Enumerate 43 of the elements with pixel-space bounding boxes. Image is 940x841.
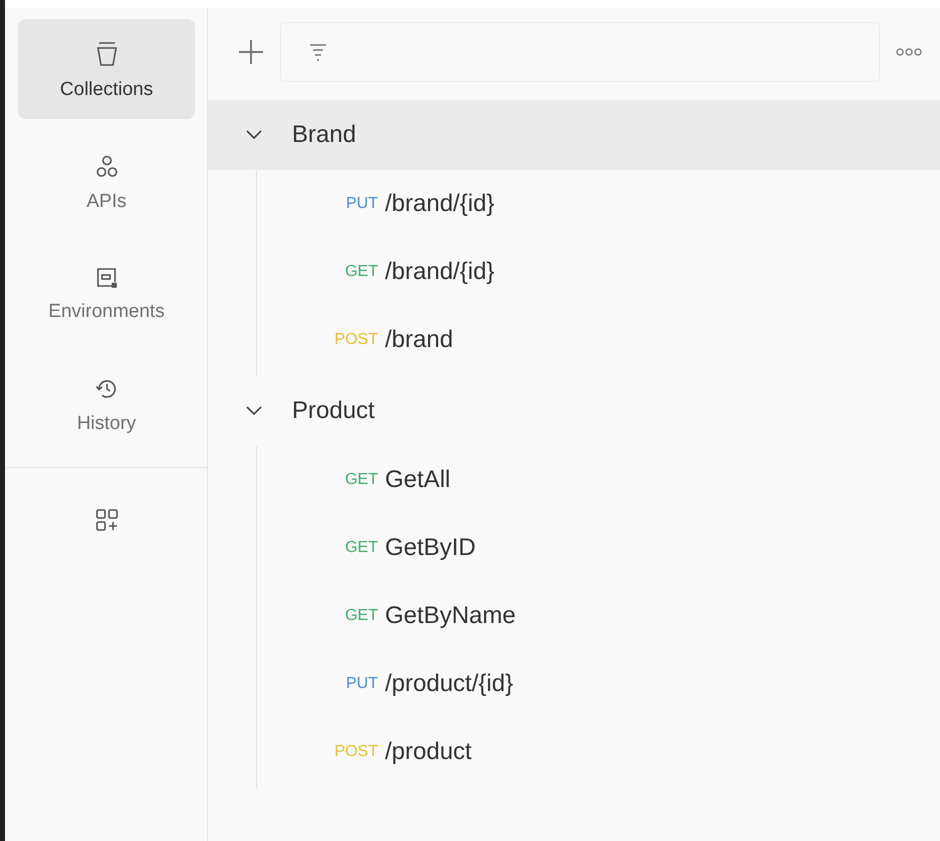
collection-name: Product [292, 397, 375, 425]
request-name: /brand [385, 326, 454, 354]
request-item[interactable]: PUT /brand/{id} [257, 170, 940, 238]
request-item[interactable]: GET /brand/{id} [257, 238, 940, 306]
collection-row[interactable]: Brand [208, 100, 940, 170]
request-name: GetByName [385, 602, 516, 630]
method-label: GET [344, 471, 379, 489]
chevron-icon[interactable] [246, 406, 262, 416]
sidebar-item[interactable]: APIs [18, 133, 195, 231]
request-item[interactable]: POST /product [257, 718, 940, 786]
history-icon [94, 377, 118, 401]
method-label: POST [333, 331, 379, 349]
sidebar-item[interactable]: Collections [18, 19, 195, 119]
trash-can-icon [96, 41, 118, 67]
method-label: POST [333, 743, 379, 761]
request-item[interactable]: GET GetByName [257, 582, 940, 650]
filter-icon [309, 43, 327, 61]
method-label: GET [344, 539, 379, 557]
circles-icon [96, 155, 118, 179]
request-name: /brand/{id} [385, 190, 494, 218]
add-icon[interactable] [238, 39, 264, 65]
method-label: GET [344, 607, 379, 625]
request-name: /product [385, 738, 472, 766]
environment-icon [96, 267, 118, 289]
request-item[interactable]: GET GetAll [257, 446, 940, 514]
request-item[interactable]: GET GetByID [257, 514, 940, 582]
filter-field[interactable] [280, 22, 880, 82]
method-label: PUT [345, 675, 379, 693]
request-name: /brand/{id} [385, 258, 494, 286]
sidebar-item[interactable]: Environments [18, 245, 195, 341]
request-name: GetByID [385, 534, 476, 562]
sidebar-item[interactable]: History [18, 355, 195, 453]
add-workspace-icon[interactable] [94, 508, 118, 532]
request-name: GetAll [385, 466, 450, 494]
chevron-icon[interactable] [246, 130, 262, 140]
collection-row[interactable]: Product [208, 376, 940, 446]
collection-name: Brand [292, 121, 356, 149]
request-item[interactable]: POST /brand [257, 306, 940, 374]
method-label: GET [344, 263, 379, 281]
more-icon[interactable] [896, 48, 922, 56]
method-label: PUT [345, 195, 379, 213]
request-item[interactable]: PUT /product/{id} [257, 650, 940, 718]
request-name: /product/{id} [385, 670, 514, 698]
